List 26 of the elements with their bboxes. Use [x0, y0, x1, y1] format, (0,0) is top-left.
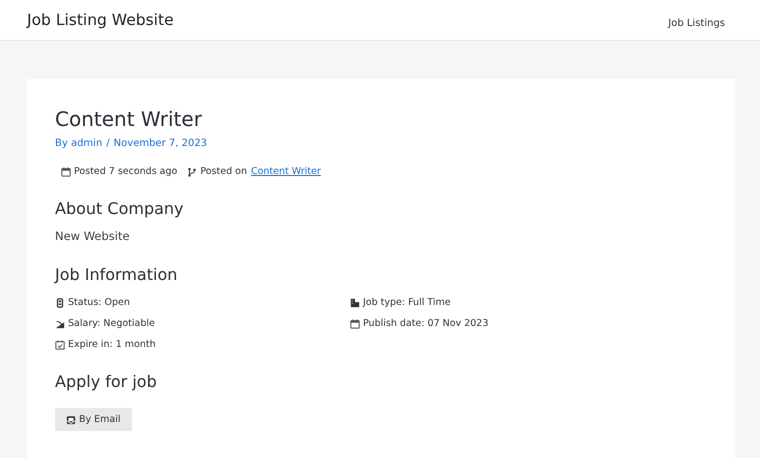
section-heading: Apply for job: [55, 372, 158, 391]
branch-icon: [187, 166, 198, 176]
calendar-icon: [61, 166, 71, 176]
author-link[interactable]: By admin: [55, 138, 102, 149]
post-title: Content Writer: [55, 106, 203, 133]
job-detail: Status: Open: [68, 297, 130, 308]
building-icon: [350, 298, 360, 308]
calendar-icon: [350, 318, 360, 328]
job-detail: Expire in: 1 month: [68, 339, 156, 350]
meta-separator: /: [106, 138, 110, 149]
battery-icon: [55, 298, 65, 308]
job-detail: Job type: Full Time: [363, 297, 451, 308]
calendar-check-icon: [55, 340, 65, 350]
email-apply-button[interactable]: By Email: [55, 408, 132, 431]
posted-time: Posted 7 seconds ago: [74, 166, 178, 177]
company-description: New Website: [55, 229, 131, 243]
job-detail: Salary: Negotiable: [68, 318, 155, 329]
site-title[interactable]: Job Listing Website: [27, 11, 174, 29]
section-heading: Job Information: [55, 265, 178, 284]
category-link[interactable]: Content Writer: [250, 166, 321, 177]
nav-link[interactable]: Job Listings: [668, 18, 725, 28]
date-link[interactable]: November 7, 2023: [114, 138, 208, 149]
posted-on-label: Posted on: [200, 166, 247, 177]
envelope-icon: [66, 414, 76, 424]
job-detail: Publish date: 07 Nov 2023: [363, 318, 488, 329]
section-heading: About Company: [55, 199, 185, 218]
